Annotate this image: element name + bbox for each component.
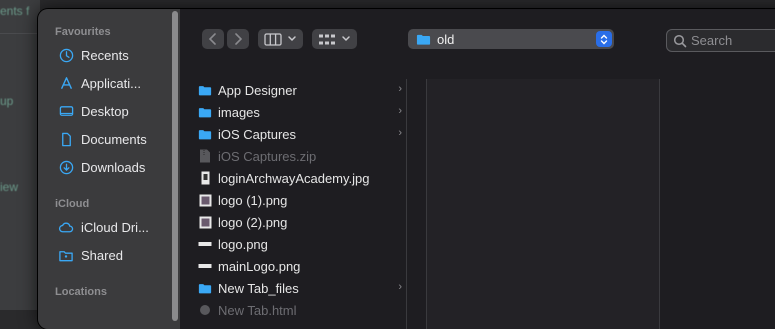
list-item[interactable]: iOS Captures.zip <box>198 145 404 167</box>
sidebar-item-shared[interactable]: Shared <box>58 244 123 266</box>
empty-column <box>426 79 660 329</box>
search-field[interactable]: Search <box>666 29 775 52</box>
sidebar-section-icloud: iCloud <box>55 198 90 210</box>
folder-icon <box>198 83 212 97</box>
file-name: New Tab_files <box>218 280 299 296</box>
background-text: iew <box>0 180 19 194</box>
toolbar: old Search <box>180 9 775 69</box>
location-popup[interactable]: old <box>408 29 614 49</box>
sidebar-item-desktop[interactable]: Desktop <box>58 100 129 122</box>
sidebar-section-locations: Locations <box>55 286 107 298</box>
file-column: App Designer › images › iOS Captures › i… <box>180 79 407 329</box>
sidebar-item-icloud-drive[interactable]: iCloud Dri... <box>58 216 149 238</box>
group-by-button[interactable] <box>312 29 357 49</box>
html-file-icon <box>198 303 212 317</box>
folder-icon <box>416 34 431 45</box>
chevron-down-icon <box>342 36 350 42</box>
sidebar-item-label: Downloads <box>81 159 146 175</box>
list-item[interactable]: logo.png <box>198 233 404 255</box>
background-text: up <box>0 94 14 108</box>
sidebar-item-label: Shared <box>81 247 123 263</box>
grid-icon <box>319 34 335 44</box>
list-item[interactable]: App Designer › <box>198 79 404 101</box>
image-file-icon <box>198 259 212 273</box>
sidebar-item-label: Documents <box>81 131 147 147</box>
view-mode-button[interactable] <box>258 29 303 49</box>
download-icon <box>58 159 74 175</box>
file-name: images <box>218 104 260 120</box>
cloud-icon <box>58 219 74 235</box>
chevron-left-icon <box>208 33 216 45</box>
list-item[interactable]: New Tab.html <box>198 299 404 321</box>
chevron-right-icon: › <box>398 281 402 293</box>
image-file-icon <box>198 171 212 185</box>
updown-chevron-icon <box>596 31 612 47</box>
chevron-right-icon: › <box>398 83 402 95</box>
column-divider[interactable] <box>407 79 426 329</box>
sidebar-item-label: Recents <box>81 47 129 63</box>
sidebar-section-favourites: Favourites <box>55 26 111 38</box>
file-name: App Designer <box>218 82 297 98</box>
location-label: old <box>437 31 455 47</box>
chevron-right-icon <box>235 33 243 45</box>
list-item[interactable]: logo (2).png <box>198 211 404 233</box>
file-name: iOS Captures.zip <box>218 148 317 164</box>
folder-icon <box>198 127 212 141</box>
list-item[interactable]: mainLogo.png <box>198 255 404 277</box>
background-window <box>0 0 40 310</box>
sidebar-item-label: Applicati... <box>81 75 141 91</box>
list-item[interactable]: iOS Captures › <box>198 123 404 145</box>
search-placeholder: Search <box>691 33 733 48</box>
chevron-right-icon: › <box>398 105 402 117</box>
image-file-icon <box>198 237 212 251</box>
sidebar-item-label: Desktop <box>81 103 129 119</box>
sidebar-item-label: iCloud Dri... <box>81 219 149 235</box>
forward-button[interactable] <box>227 29 249 49</box>
sidebar-scrollbar[interactable] <box>172 11 178 321</box>
file-name: loginArchwayAcademy.jpg <box>218 170 370 186</box>
file-name: New Tab.html <box>218 302 297 318</box>
image-file-icon <box>198 193 212 207</box>
folder-icon <box>198 281 212 295</box>
columns-view-icon <box>264 32 282 46</box>
file-name: logo (2).png <box>218 214 288 230</box>
chevron-right-icon: › <box>398 127 402 139</box>
clock-icon <box>58 47 74 63</box>
file-name: logo (1).png <box>218 192 288 208</box>
file-name: logo.png <box>218 236 268 252</box>
shared-folder-icon <box>58 247 74 263</box>
sidebar-item-recents[interactable]: Recents <box>58 44 129 66</box>
list-item[interactable]: New Tab_files › <box>198 277 404 299</box>
folder-icon <box>198 105 212 119</box>
list-item[interactable]: images › <box>198 101 404 123</box>
back-button[interactable] <box>202 29 224 49</box>
background-text: ents f <box>0 4 30 18</box>
sidebar: Favourites Recents Applicati... Desktop … <box>38 9 180 329</box>
image-file-icon <box>198 215 212 229</box>
background-divider <box>0 33 40 34</box>
sidebar-item-downloads[interactable]: Downloads <box>58 156 145 178</box>
sidebar-item-applications[interactable]: Applicati... <box>58 72 141 94</box>
search-icon <box>673 34 687 47</box>
browser-pane: old Search App Designer › images › iOS C… <box>180 9 775 329</box>
list-item[interactable]: logo (1).png <box>198 189 404 211</box>
chevron-down-icon <box>288 36 296 42</box>
open-file-dialog: Favourites Recents Applicati... Desktop … <box>38 9 775 329</box>
list-item[interactable]: loginArchwayAcademy.jpg <box>198 167 404 189</box>
file-name: mainLogo.png <box>218 258 301 274</box>
file-name: iOS Captures <box>218 126 297 142</box>
zip-file-icon <box>198 149 212 163</box>
applications-icon <box>58 75 74 91</box>
sidebar-item-documents[interactable]: Documents <box>58 128 147 150</box>
document-icon <box>58 131 74 147</box>
desktop-icon <box>58 103 74 119</box>
